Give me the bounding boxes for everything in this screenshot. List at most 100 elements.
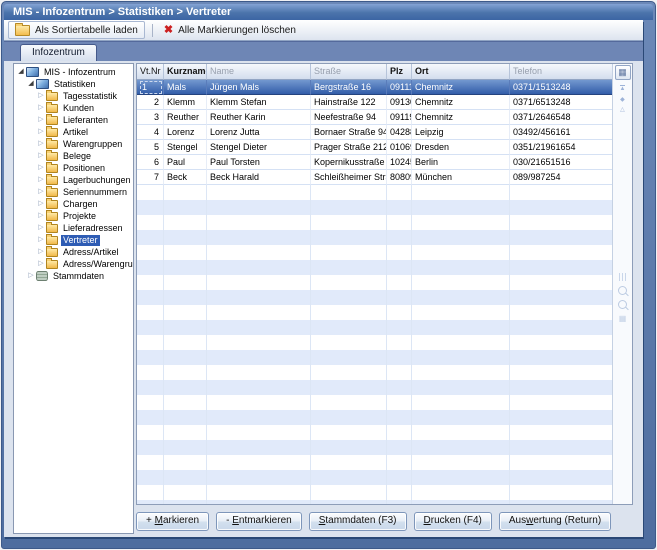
cell-plz: 04288 xyxy=(387,125,412,140)
column-chooser-icon[interactable]: ▦ xyxy=(615,65,631,80)
tree-item-projekte[interactable]: ▷Projekte xyxy=(14,210,133,222)
empty-cell xyxy=(207,320,311,335)
cell-stra-e: Schleißheimer Straße 378 xyxy=(311,170,387,185)
expand-arrow-icon[interactable]: ▷ xyxy=(37,212,45,220)
scrollbar-thumb[interactable] xyxy=(619,273,626,281)
entmarkieren-button[interactable]: - Entmarkieren xyxy=(216,512,302,531)
drucken-f4-button[interactable]: Drucken (F4) xyxy=(414,512,492,531)
tree-item-lieferanten[interactable]: ▷Lieferanten xyxy=(14,114,133,126)
empty-row xyxy=(137,380,613,395)
tree-item-lagerbuchungen[interactable]: ▷Lagerbuchungen xyxy=(14,174,133,186)
empty-cell xyxy=(164,185,207,200)
column-header-ort[interactable]: Ort xyxy=(412,64,510,80)
button-bar: + Markieren - Entmarkieren Stammdaten (F3)… xyxy=(136,509,611,533)
column-label: Plz xyxy=(390,64,403,79)
expand-arrow-icon[interactable]: ▷ xyxy=(37,188,45,196)
computer-icon xyxy=(26,67,39,77)
empty-row xyxy=(137,305,613,320)
position-marker-icon[interactable]: ◆ xyxy=(620,97,625,103)
stammdaten-f3-button[interactable]: Stammdaten (F3) xyxy=(309,512,407,531)
expand-arrow-icon[interactable]: ▷ xyxy=(37,224,45,232)
tree-item-kunden[interactable]: ▷Kunden xyxy=(14,102,133,114)
expand-arrow-icon[interactable]: ▷ xyxy=(37,260,45,268)
expand-arrow-icon[interactable]: ▷ xyxy=(37,128,45,136)
tree-item-artikel[interactable]: ▷Artikel xyxy=(14,126,133,138)
collapse-arrow-icon[interactable]: ◢ xyxy=(27,80,35,88)
auswertung-return-button[interactable]: Auswertung (Return) xyxy=(499,512,611,531)
tree-item-belege[interactable]: ▷Belege xyxy=(14,150,133,162)
expand-arrow-icon[interactable]: ▷ xyxy=(37,152,45,160)
table-row[interactable]: 7BeckBeck HaraldSchleißheimer Straße 378… xyxy=(137,170,613,185)
empty-cell xyxy=(164,215,207,230)
tree-item-statistiken[interactable]: ◢Statistiken xyxy=(14,78,133,90)
expand-arrow-icon[interactable]: ▷ xyxy=(37,164,45,172)
empty-cell xyxy=(510,425,613,440)
titlebar[interactable]: MIS - Infozentrum > Statistiken > Vertre… xyxy=(4,4,653,20)
expand-arrow-icon[interactable]: ▷ xyxy=(37,248,45,256)
empty-cell xyxy=(510,485,613,500)
tree-item-seriennummern[interactable]: ▷Seriennummern xyxy=(14,186,133,198)
expand-arrow-icon[interactable]: ▷ xyxy=(37,140,45,148)
tree-item-mis-infozentrum[interactable]: ◢MIS - Infozentrum xyxy=(14,66,133,78)
tree-item-stammdaten[interactable]: ▷Stammdaten xyxy=(14,270,133,282)
tree-item-warengruppen[interactable]: ▷Warengruppen xyxy=(14,138,133,150)
search-icon[interactable] xyxy=(618,286,627,295)
tree-item-vertreter[interactable]: ▷Vertreter xyxy=(14,234,133,246)
clear-marks-label: Alle Markierungen löschen xyxy=(178,25,296,36)
table-row[interactable]: 6PaulPaul TorstenKopernikusstraße 471024… xyxy=(137,155,613,170)
expand-arrow-icon[interactable]: ▷ xyxy=(37,236,45,244)
empty-cell xyxy=(207,275,311,290)
column-header-kurzname[interactable]: Kurzname xyxy=(164,64,207,80)
table-row[interactable]: 1MalsJürgen MalsBergstraße 1609111Chemni… xyxy=(137,80,613,95)
folder-icon xyxy=(46,116,58,125)
tree-item-positionen[interactable]: ▷Positionen xyxy=(14,162,133,174)
empty-cell xyxy=(412,440,510,455)
tab-infozentrum[interactable]: Infozentrum xyxy=(20,44,97,61)
tree-item-adress-artikel[interactable]: ▷Adress/Artikel xyxy=(14,246,133,258)
expand-arrow-icon[interactable]: ▷ xyxy=(37,200,45,208)
empty-cell xyxy=(412,500,510,504)
column-header-plz[interactable]: Plz xyxy=(387,64,412,80)
load-sort-table-button[interactable]: Als Sortiertabelle laden xyxy=(8,21,145,39)
tree-item-label: Tagesstatistik xyxy=(61,91,119,102)
scroll-up-icon[interactable]: △ xyxy=(620,107,625,113)
column-header-name[interactable]: Name xyxy=(207,64,311,80)
tree-item-tagesstatistik[interactable]: ▷ Tagesstatistik xyxy=(14,90,133,102)
expand-arrow-icon[interactable]: ▷ xyxy=(37,176,45,184)
empty-row xyxy=(137,425,613,440)
empty-cell xyxy=(164,245,207,260)
cell-plz: 10245 xyxy=(387,155,412,170)
tree-item-adress-warengruppen[interactable]: ▷Adress/Warengruppen xyxy=(14,258,133,270)
column-header-telefon[interactable]: Telefon xyxy=(510,64,613,80)
collapse-arrow-icon[interactable]: ◢ xyxy=(17,68,25,76)
table-row[interactable]: 4LorenzLorenz JuttaBornaer Straße 940428… xyxy=(137,125,613,140)
empty-cell xyxy=(164,365,207,380)
column-label: Telefon xyxy=(513,64,542,79)
empty-row xyxy=(137,455,613,470)
column-header-vt-nr[interactable]: Vt.Nr▼ xyxy=(137,64,164,80)
zoom-icon[interactable] xyxy=(618,300,627,309)
folder-icon xyxy=(46,188,58,197)
empty-cell xyxy=(137,380,164,395)
tree-item-chargen[interactable]: ▷Chargen xyxy=(14,198,133,210)
column-header-stra-e[interactable]: Straße xyxy=(311,64,387,80)
table-row[interactable]: 3ReutherReuther KarinNeefestraße 9409119… xyxy=(137,110,613,125)
expand-arrow-icon[interactable]: ▷ xyxy=(37,92,45,100)
expand-arrow-icon[interactable]: ▷ xyxy=(37,104,45,112)
clear-marks-button[interactable]: ✖ Alle Markierungen löschen xyxy=(160,25,300,36)
expand-arrow-icon[interactable]: ▷ xyxy=(27,272,35,280)
empty-cell xyxy=(387,350,412,365)
empty-cell xyxy=(137,230,164,245)
empty-row xyxy=(137,320,613,335)
table-view-icon[interactable]: ▦ xyxy=(619,314,627,323)
empty-cell xyxy=(311,455,387,470)
empty-cell xyxy=(510,185,613,200)
scroll-to-top-icon[interactable]: ▲ xyxy=(620,85,626,93)
empty-cell xyxy=(412,335,510,350)
expand-arrow-icon[interactable]: ▷ xyxy=(37,116,45,124)
markieren-button[interactable]: + Markieren xyxy=(136,512,209,531)
tree-item-lieferadressen[interactable]: ▷Lieferadressen xyxy=(14,222,133,234)
table-row[interactable]: 5StengelStengel DieterPrager Straße 2120… xyxy=(137,140,613,155)
empty-cell xyxy=(387,380,412,395)
table-row[interactable]: 2KlemmKlemm StefanHainstraße 12209130Che… xyxy=(137,95,613,110)
